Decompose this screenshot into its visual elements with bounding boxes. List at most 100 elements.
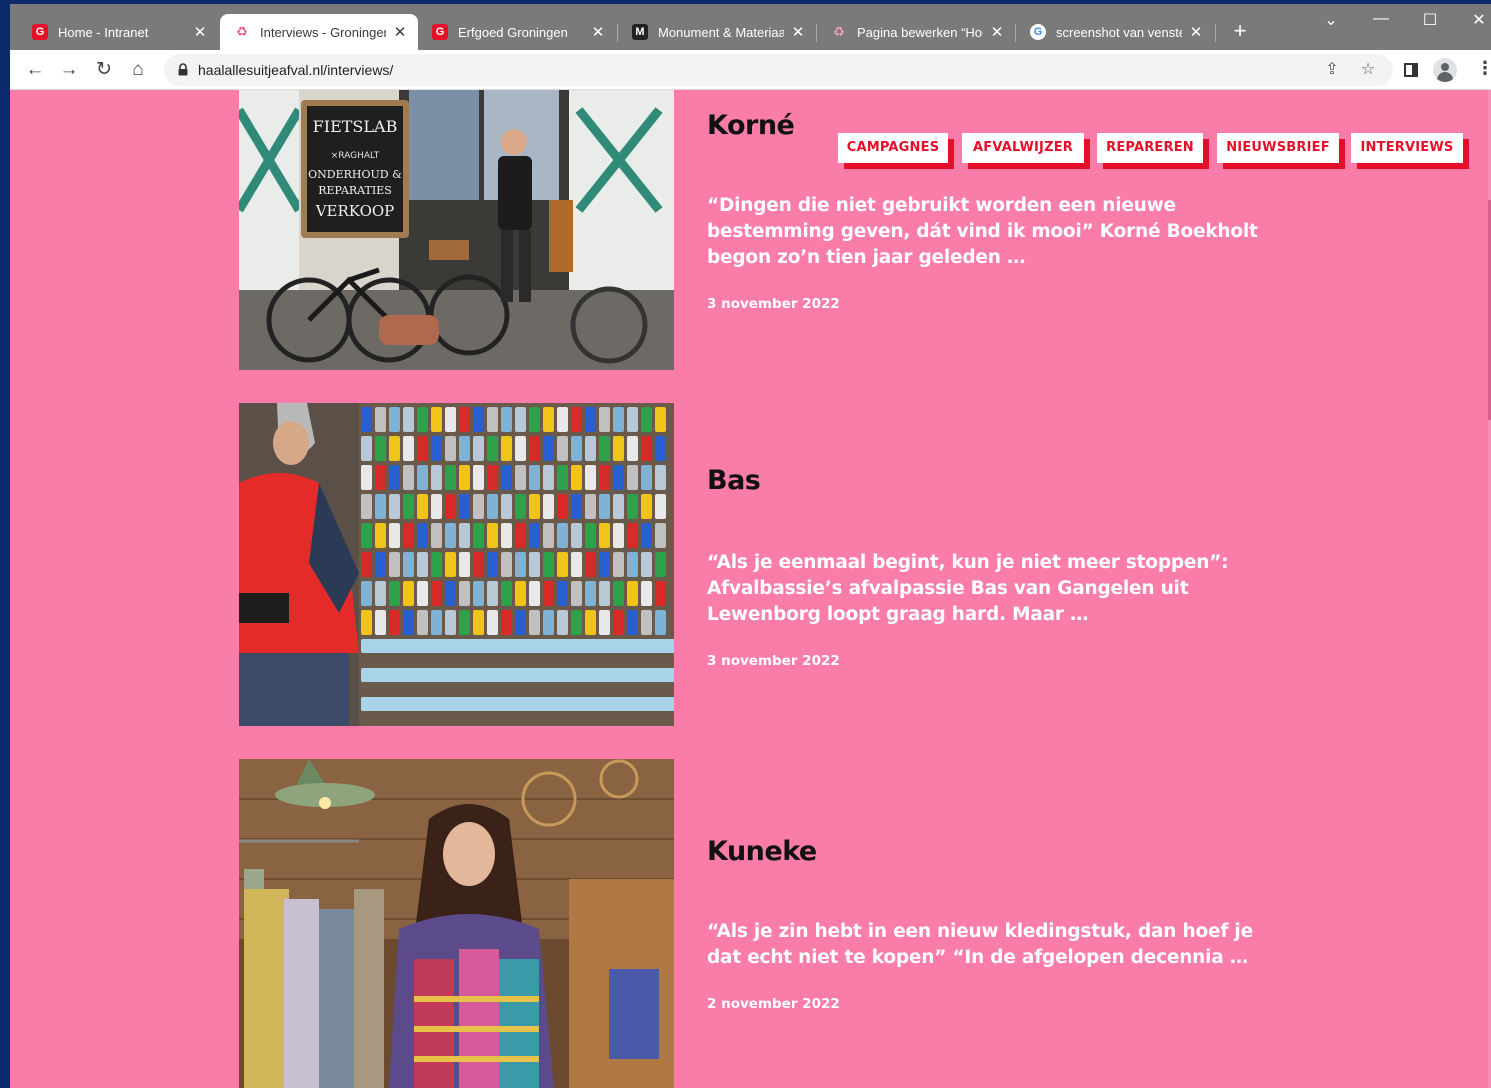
- sign-text: ×RAGHALT: [331, 151, 380, 161]
- new-tab-button[interactable]: +: [1227, 18, 1253, 44]
- close-icon[interactable]: ✕: [392, 23, 408, 41]
- tab-interviews-groningen[interactable]: ♻ Interviews - Groningen ✕: [220, 14, 418, 50]
- litter-item: [375, 436, 386, 461]
- mm-logo-icon: M: [632, 24, 648, 40]
- litter-item: [515, 407, 526, 432]
- litter-item: [613, 465, 624, 490]
- litter-item: [613, 523, 624, 548]
- litter-item: [627, 610, 638, 635]
- litter-item: [655, 581, 666, 606]
- litter-item: [445, 407, 456, 432]
- close-icon[interactable]: ✕: [790, 23, 806, 41]
- litter-item: [417, 581, 428, 606]
- litter-item: [361, 494, 372, 519]
- litter-item: [543, 610, 554, 635]
- address-bar[interactable]: haalallesuitjeafval.nl/interviews/ ⇪ ☆: [164, 54, 1393, 86]
- litter-item: [515, 436, 526, 461]
- litter-item: [543, 436, 554, 461]
- share-icon[interactable]: ⇪: [1320, 58, 1344, 82]
- reload-button[interactable]: ↻: [91, 58, 117, 82]
- interview-photo-korne[interactable]: FIETSLAB ×RAGHALT ONDERHOUD & REPARATIES…: [239, 90, 674, 370]
- litter-item: [431, 523, 442, 548]
- menu-icon[interactable]: ⋮: [1476, 58, 1491, 79]
- litter-item: [389, 494, 400, 519]
- tab-title: Monument & Materiaal: [658, 24, 784, 40]
- nav-nieuwsbrief[interactable]: NIEUWSBRIEF: [1217, 133, 1339, 163]
- litter-item: [389, 465, 400, 490]
- close-icon[interactable]: ✕: [989, 23, 1005, 41]
- tab-title: Home - Intranet: [58, 24, 149, 40]
- window-close-button[interactable]: ✕: [1464, 10, 1491, 30]
- litter-item: [473, 523, 484, 548]
- side-panel-icon[interactable]: [1404, 63, 1418, 77]
- litter-item: [403, 494, 414, 519]
- bookmark-star-icon[interactable]: ☆: [1356, 58, 1380, 82]
- litter-item: [641, 610, 652, 635]
- litter-item: [543, 407, 554, 432]
- litter-item: [375, 523, 386, 548]
- litter-item: [641, 407, 652, 432]
- litter-item: [487, 494, 498, 519]
- sign-text: REPARATIES: [318, 184, 392, 197]
- lock-icon[interactable]: [178, 63, 188, 76]
- recycle-icon: ♻: [234, 24, 250, 40]
- litter-item: [543, 465, 554, 490]
- maximize-button[interactable]: ☐: [1415, 10, 1445, 30]
- litter-item: [543, 552, 554, 577]
- litter-item: [515, 523, 526, 548]
- litter-item: [627, 523, 638, 548]
- litter-item: [627, 552, 638, 577]
- nav-campagnes[interactable]: CAMPAGNES: [838, 133, 948, 163]
- tab-title: Erfgoed Groningen: [458, 24, 568, 40]
- litter-item: [641, 465, 652, 490]
- interview-title[interactable]: Kuneke: [707, 836, 817, 867]
- litter-item: [375, 552, 386, 577]
- interview-title[interactable]: Korné: [707, 110, 795, 141]
- tab-monument-materiaal[interactable]: M Monument & Materiaal ✕: [618, 14, 816, 50]
- sign-text: VERKOOP: [315, 202, 395, 220]
- tab-search-dropdown-icon[interactable]: ⌄: [1316, 10, 1346, 30]
- interview-photo-kuneke[interactable]: [239, 759, 674, 1088]
- tab-home-intranet[interactable]: G Home - Intranet ✕: [18, 14, 218, 50]
- bike-shop-photo: FIETSLAB ×RAGHALT ONDERHOUD & REPARATIES…: [239, 90, 674, 370]
- litter-item: [557, 436, 568, 461]
- litter-item: [487, 581, 498, 606]
- forward-button[interactable]: →: [56, 58, 82, 82]
- litter-item: [417, 610, 428, 635]
- interview-date: 3 november 2022: [707, 653, 840, 669]
- litter-item: [599, 523, 610, 548]
- litter-item: [627, 436, 638, 461]
- litter-item: [445, 436, 456, 461]
- tab-strip: G Home - Intranet ✕ ♻ Interviews - Groni…: [10, 4, 1491, 50]
- litter-item: [529, 523, 540, 548]
- litter-item: [417, 407, 428, 432]
- litter-item: [361, 523, 372, 548]
- litter-item: [585, 581, 596, 606]
- tab-erfgoed-groningen[interactable]: G Erfgoed Groningen ✕: [418, 14, 616, 50]
- litter-item: [361, 552, 372, 577]
- litter-item: [557, 407, 568, 432]
- url-text[interactable]: haalallesuitjeafval.nl/interviews/: [198, 62, 393, 78]
- litter-item: [515, 610, 526, 635]
- profile-avatar[interactable]: [1433, 58, 1457, 82]
- tab-pagina-bewerken[interactable]: ♻ Pagina bewerken “Home” ✕: [817, 14, 1015, 50]
- tab-screenshot-search[interactable]: G screenshot van venster ✕: [1016, 14, 1214, 50]
- close-icon[interactable]: ✕: [590, 23, 606, 41]
- litter-item: [529, 436, 540, 461]
- minimize-button[interactable]: —: [1366, 10, 1396, 28]
- home-button[interactable]: ⌂: [125, 58, 151, 82]
- litter-item: [543, 581, 554, 606]
- back-button[interactable]: ←: [22, 58, 48, 82]
- interview-excerpt: “Als je eenmaal begint, kun je niet meer…: [707, 552, 1229, 625]
- nav-afvalwijzer[interactable]: AFVALWIJZER: [962, 133, 1084, 163]
- litter-item: [655, 668, 674, 682]
- nav-interviews[interactable]: INTERVIEWS: [1351, 133, 1463, 163]
- interview-title[interactable]: Bas: [707, 465, 761, 496]
- interview-photo-bas[interactable]: [239, 403, 674, 726]
- litter-item: [655, 494, 666, 519]
- litter-item: [389, 552, 400, 577]
- litter-item: [599, 494, 610, 519]
- close-icon[interactable]: ✕: [1188, 23, 1204, 41]
- close-icon[interactable]: ✕: [192, 23, 208, 41]
- nav-repareren[interactable]: REPAREREN: [1097, 133, 1203, 163]
